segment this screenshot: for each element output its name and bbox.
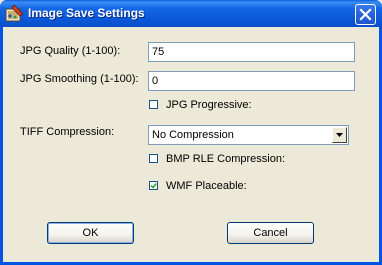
tiff-compression-select[interactable]: No Compression: [148, 125, 349, 145]
jpg-progressive-checkbox[interactable]: [149, 100, 158, 109]
dropdown-button[interactable]: [332, 127, 347, 143]
window-title: Image Save Settings: [28, 6, 145, 20]
tiff-compression-value: No Compression: [152, 129, 234, 141]
ok-button[interactable]: OK: [47, 222, 134, 244]
cancel-button[interactable]: Cancel: [227, 222, 314, 244]
wmf-placeable-checkbox[interactable]: [149, 181, 158, 190]
bmp-rle-label[interactable]: BMP RLE Compression:: [166, 153, 285, 165]
jpg-smoothing-label: JPG Smoothing (1-100):: [20, 73, 139, 85]
tiff-compression-label: TIFF Compression:: [20, 126, 115, 138]
title-bar[interactable]: Image Save Settings: [0, 0, 382, 27]
palette-icon: [4, 3, 26, 23]
jpg-quality-input[interactable]: 75: [148, 42, 355, 62]
close-button[interactable]: [355, 4, 376, 25]
jpg-smoothing-input[interactable]: 0: [148, 71, 355, 91]
dialog-body: JPG Quality (1-100): 75 JPG Smoothing (1…: [3, 27, 379, 262]
wmf-placeable-label[interactable]: WMF Placeable:: [166, 180, 247, 192]
dialog-window: Image Save Settings JPG Quality (1-100):…: [0, 0, 382, 265]
jpg-progressive-label[interactable]: JPG Progressive:: [166, 99, 252, 111]
bmp-rle-checkbox[interactable]: [149, 154, 158, 163]
jpg-quality-label: JPG Quality (1-100):: [20, 45, 121, 57]
